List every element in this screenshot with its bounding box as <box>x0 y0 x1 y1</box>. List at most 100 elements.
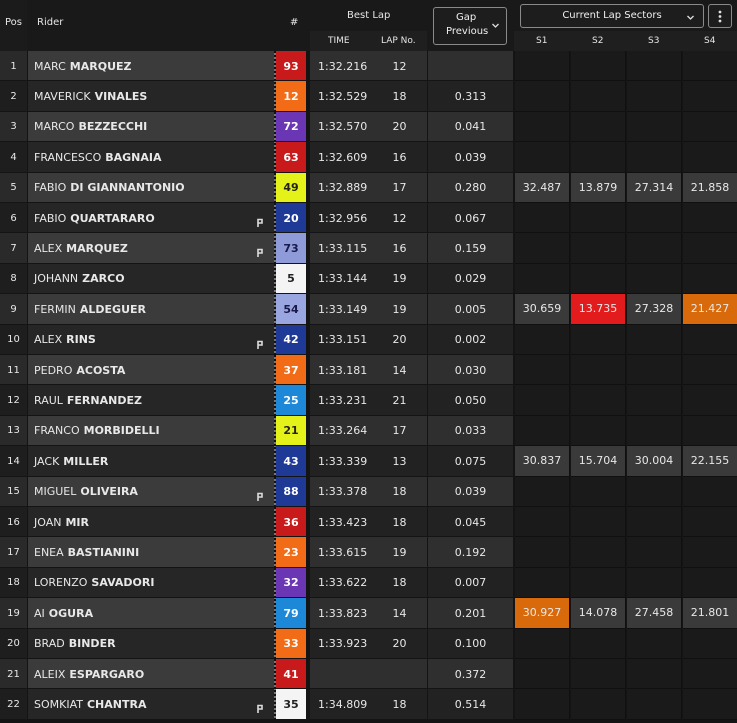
sector-cell <box>627 537 682 568</box>
best-lap-time: 1:33.615 <box>318 546 368 560</box>
rider-first-name: ENEA <box>34 546 64 560</box>
table-row[interactable]: 16 JOAN MIR 36 1:33.423 18 0.045 <box>0 507 737 538</box>
table-row[interactable]: 18 LORENZO SAVADORI 32 1:33.622 18 0.007 <box>0 567 737 599</box>
position: 8 <box>10 273 17 285</box>
table-row[interactable]: 11 PEDRO ACOSTA 37 1:33.181 14 0.030 <box>0 355 737 386</box>
sector-cell <box>683 415 737 447</box>
rider-last-name: ACOSTA <box>76 363 126 377</box>
rider-name: ENEA BASTIANINI <box>28 537 274 567</box>
table-row[interactable]: 7 ALEX MARQUEZ 73 1:33.115 16 0.159 <box>0 233 737 264</box>
rider-number: 42 <box>283 333 299 347</box>
rider-last-name: ALDEGUER <box>79 302 147 316</box>
sector-time: 22.155 <box>690 454 730 468</box>
best-lap-number: 16 <box>392 150 407 164</box>
table-row[interactable]: 17 ENEA BASTIANINI 23 1:33.615 19 0.192 <box>0 537 737 568</box>
table-row[interactable]: 10 ALEX RINS 42 1:33.151 20 0.002 <box>0 324 737 355</box>
sector-cell <box>683 385 737 416</box>
rider-name: MARCO BEZZECCHI <box>28 112 274 142</box>
more-options-button[interactable] <box>708 4 732 28</box>
table-row[interactable]: 30.659 13.735 27.328 21.427 9 FERMIN ALDEGUER 5… <box>0 294 737 325</box>
sector-cell <box>515 476 570 507</box>
table-row[interactable]: 32.487 13.879 27.314 21.858 5 FABIO DI GIANNAN… <box>0 172 737 203</box>
sector-cell <box>627 111 682 143</box>
sector-time: 21.801 <box>690 606 730 620</box>
sector-cell <box>627 659 682 690</box>
pit-lane-icon <box>255 487 265 501</box>
sector-cell: 27.458 <box>627 598 682 629</box>
sector-cell: 27.328 <box>627 294 682 325</box>
table-row[interactable]: 12 RAUL FERNANDEZ 25 1:33.231 21 0.050 <box>0 385 737 416</box>
gap-previous: 0.005 <box>454 302 487 316</box>
table-row[interactable]: 21 ALEIX ESPARGARO 41 0.372 <box>0 659 737 690</box>
gap-previous: 0.192 <box>454 546 487 560</box>
sector-cell <box>571 355 626 386</box>
best-lap-time: 1:33.151 <box>318 333 368 347</box>
rider-number: 72 <box>283 120 299 134</box>
gap-previous: 0.045 <box>454 515 487 529</box>
rider-last-name: BEZZECCHI <box>78 120 148 134</box>
best-lap-time: 1:33.149 <box>318 302 368 316</box>
position: 3 <box>10 121 17 133</box>
position: 11 <box>7 364 20 376</box>
sector-cell <box>683 567 737 599</box>
table-row[interactable]: 2 MAVERICK VINALES 12 1:32.529 18 0.313 <box>0 81 737 112</box>
sector-cell <box>515 81 570 112</box>
table-row[interactable]: 1 MARC MARQUEZ 93 1:32.216 12 <box>0 51 737 82</box>
table-row[interactable]: 4 FRANCESCO BAGNAIA 63 1:32.609 16 0.039 <box>0 142 737 173</box>
gap-previous: 0.159 <box>454 242 487 256</box>
sector-cell <box>515 415 570 447</box>
table-row[interactable]: 20 BRAD BINDER 33 1:33.923 20 0.100 <box>0 628 737 659</box>
rider-number: 33 <box>283 637 299 651</box>
best-lap-time: 1:33.181 <box>318 363 368 377</box>
rider-last-name: QUARTARARO <box>70 211 155 225</box>
best-lap-time: 1:33.115 <box>318 242 368 256</box>
best-lap-time: 1:33.264 <box>318 424 368 438</box>
gap-previous-dropdown[interactable]: Gap Previous <box>433 7 507 45</box>
sector-cell <box>627 476 682 507</box>
table-row[interactable]: 30.927 14.078 27.458 21.801 19 AI OGURA 79 1:33.… <box>0 598 737 629</box>
best-lap-number: 12 <box>392 211 407 225</box>
rider-first-name: FRANCO <box>34 424 80 438</box>
table-row[interactable]: 6 FABIO QUARTARARO 20 1:32.956 12 0.067 <box>0 203 737 234</box>
rider-number: 41 <box>283 667 299 681</box>
position: 2 <box>10 91 17 103</box>
rider-last-name: CHANTRA <box>86 698 147 712</box>
rider-first-name: BRAD <box>34 637 65 651</box>
best-lap-time: 1:32.570 <box>318 120 368 134</box>
sector-time: 15.704 <box>578 454 618 468</box>
rider-number: 63 <box>283 150 299 164</box>
sector-cell <box>515 233 570 264</box>
table-row[interactable]: 30.837 15.704 30.004 22.155 14 JACK MILLER 43 1:… <box>0 446 737 477</box>
sector-cell: 14.078 <box>571 598 626 629</box>
rider-first-name: FRANCESCO <box>34 150 102 164</box>
rider-name: FERMIN ALDEGUER <box>28 294 274 324</box>
sector-time: 27.458 <box>634 606 674 620</box>
sector-cell <box>571 385 626 416</box>
rider-number: 21 <box>283 424 299 438</box>
rider-first-name: JOAN <box>34 515 62 529</box>
position: 17 <box>7 547 20 559</box>
best-lap-number: 14 <box>392 363 407 377</box>
table-row[interactable]: 3 MARCO BEZZECCHI 72 1:32.570 20 0.041 <box>0 111 737 143</box>
gap-previous: 0.030 <box>454 363 487 377</box>
table-row[interactable]: 15 MIGUEL OLIVEIRA 88 1:33.378 18 0.039 <box>0 476 737 507</box>
rider-name: ALEX MARQUEZ <box>28 233 274 263</box>
rider-last-name: MARQUEZ <box>69 59 132 73</box>
sector-cell <box>571 567 626 599</box>
current-lap-sectors-dropdown[interactable]: Current Lap Sectors <box>520 4 704 28</box>
table-row[interactable]: 13 FRANCO MORBIDELLI 21 1:33.264 17 0.033 <box>0 415 737 447</box>
position: 22 <box>7 699 20 711</box>
rider-number: 88 <box>283 485 299 499</box>
sector-cell <box>571 537 626 568</box>
rider-last-name: ESPARGARO <box>69 667 145 681</box>
best-lap-number: 18 <box>392 698 407 712</box>
rider-first-name: MAVERICK <box>34 90 91 104</box>
table-row[interactable]: 8 JOHANN ZARCO 5 1:33.144 19 0.029 <box>0 263 737 295</box>
table-row[interactable]: 22 SOMKIAT CHANTRA 35 1:34.809 18 0.514 <box>0 689 737 720</box>
best-lap-time: 1:33.622 <box>318 576 368 590</box>
position: 4 <box>10 151 17 163</box>
sector-cell <box>571 233 626 264</box>
sector-cell: 30.659 <box>515 294 570 325</box>
rider-name: JOAN MIR <box>28 507 274 537</box>
sector-cell: 13.735 <box>571 294 626 325</box>
